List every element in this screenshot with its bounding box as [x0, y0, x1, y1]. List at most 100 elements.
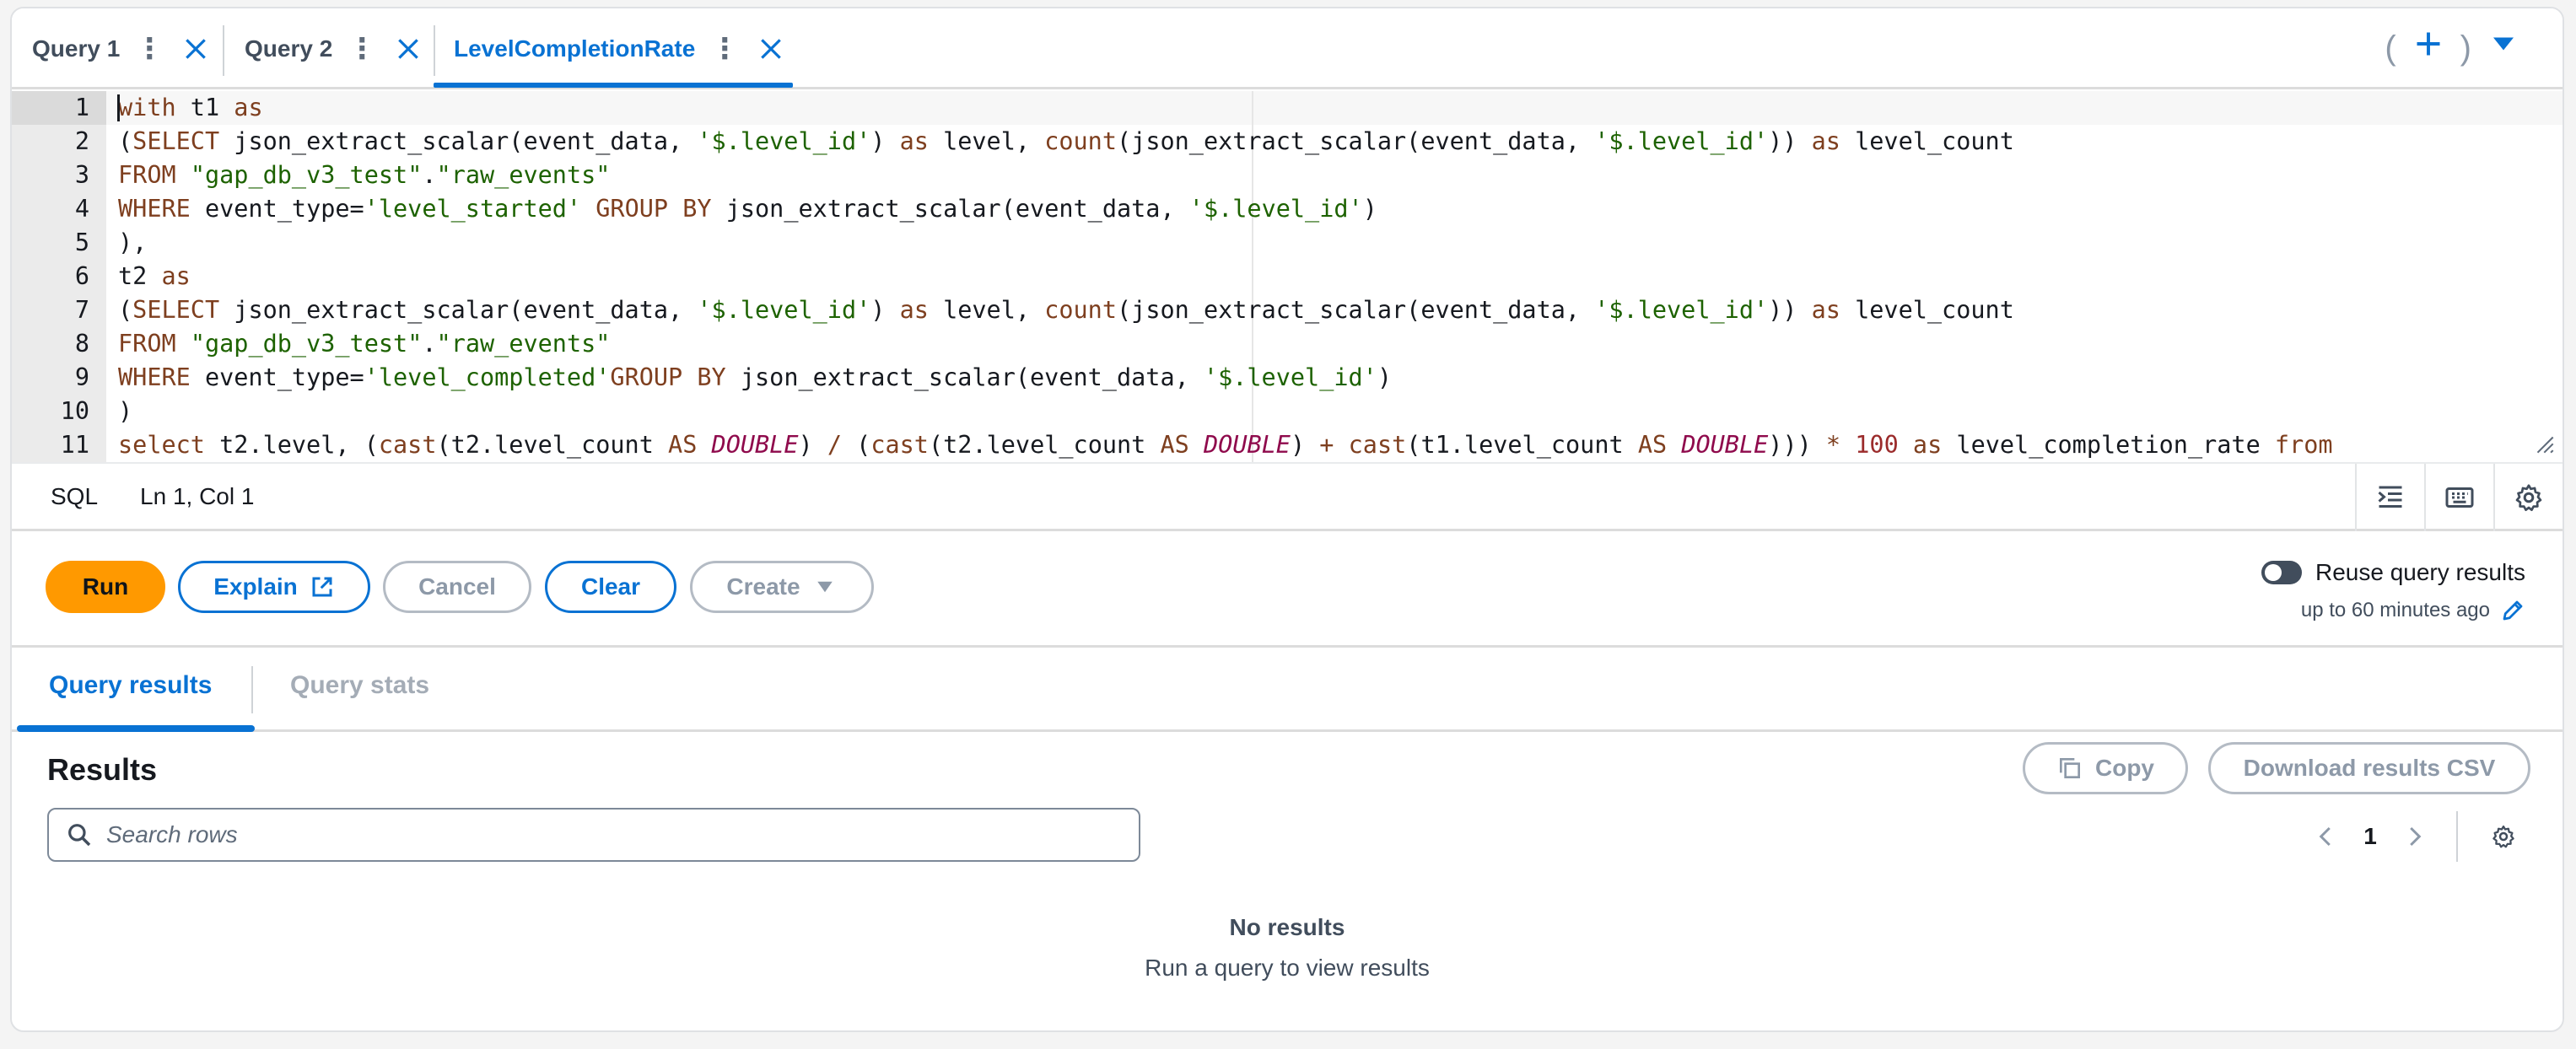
caret-down-icon	[816, 581, 833, 593]
scroll-left-icon[interactable]: (	[2385, 30, 2395, 67]
code-line[interactable]: (SELECT json_extract_scalar(event_data, …	[118, 293, 2014, 327]
tab-query-results[interactable]: Query results	[49, 671, 212, 700]
run-button[interactable]: Run	[46, 561, 165, 613]
download-csv-button[interactable]: Download results CSV	[2208, 742, 2530, 794]
code-token: 'level_started'	[364, 195, 582, 223]
code-token: (	[118, 296, 133, 324]
code-token: as	[1912, 431, 1943, 459]
code-token: WHERE	[118, 363, 191, 391]
code-line[interactable]: FROM "gap_db_v3_test"."raw_events"	[118, 327, 610, 361]
tab-query-2[interactable]: Query 2 ⋮	[245, 22, 422, 76]
table-preferences-button[interactable]	[2478, 811, 2529, 862]
kebab-menu-icon[interactable]: ⋮	[135, 35, 164, 63]
code-token: (	[118, 127, 133, 155]
code-token: as	[1811, 296, 1840, 324]
code-token: 'level_completed'	[364, 363, 611, 391]
code-token: AS	[668, 431, 698, 459]
explain-button[interactable]: Explain	[178, 561, 370, 613]
format-query-button[interactable]	[2355, 464, 2424, 531]
edit-pencil-icon[interactable]	[2500, 598, 2525, 623]
code-token: with	[118, 94, 176, 121]
code-token: (t2.level_count	[436, 431, 669, 459]
code-token: level,	[928, 127, 1045, 155]
editor-status-bar: SQL Ln 1, Col 1	[12, 464, 2563, 531]
line-number: 10	[60, 397, 89, 425]
pagination: 1	[2301, 811, 2529, 862]
search-rows-field[interactable]	[47, 808, 1140, 862]
code-token: )	[1290, 431, 1320, 459]
code-token: ))	[1768, 296, 1812, 324]
code-token: )	[1377, 363, 1392, 391]
code-token: "gap_db_v3_test"	[190, 330, 423, 358]
code-token: event_type=	[190, 195, 364, 223]
keyboard-shortcuts-button[interactable]	[2424, 464, 2493, 531]
code-token: "raw_events"	[436, 161, 611, 189]
code-line[interactable]: t2 as	[118, 260, 191, 293]
code-line[interactable]: with t1 as	[118, 91, 263, 125]
code-line[interactable]: WHERE event_type='level_completed'GROUP …	[118, 361, 1392, 395]
code-token: json_extract_scalar(event_data,	[219, 127, 698, 155]
code-token: level_completion_rate	[1942, 431, 2275, 459]
tab-query-stats[interactable]: Query stats	[290, 671, 429, 700]
tab-list-dropdown-icon[interactable]	[2488, 29, 2519, 67]
code-token: json_extract_scalar(event_data,	[219, 296, 698, 324]
previous-page-button[interactable]	[2301, 811, 2352, 862]
code-token: cast	[378, 431, 437, 459]
gear-icon	[2515, 484, 2542, 512]
code-token: 100	[1855, 431, 1899, 459]
cancel-button[interactable]: Cancel	[383, 561, 531, 613]
kebab-menu-icon[interactable]: ⋮	[710, 35, 739, 63]
cursor-position: Ln 1, Col 1	[140, 482, 255, 509]
tab-level-completion-rate[interactable]: LevelCompletionRate ⋮	[454, 22, 784, 76]
kebab-menu-icon[interactable]: ⋮	[348, 35, 376, 63]
copy-label: Copy	[2095, 755, 2154, 781]
code-token: cast	[1348, 431, 1407, 459]
code-line[interactable]: FROM "gap_db_v3_test"."raw_events"	[118, 159, 610, 192]
close-icon[interactable]	[757, 35, 784, 62]
code-token: (t2.level_count	[928, 431, 1161, 459]
code-token: AS	[1637, 431, 1668, 459]
sql-editor[interactable]: 1 2 3 4 5 6 7 8 9 10 11 with t1 as (SELECT json_ext…	[12, 91, 2563, 464]
code-line[interactable]: )	[118, 395, 132, 428]
code-token: as	[899, 296, 929, 324]
code-line[interactable]: WHERE event_type='level_started' GROUP B…	[118, 192, 1377, 226]
create-button[interactable]: Create	[690, 561, 874, 613]
close-icon[interactable]	[395, 35, 422, 62]
resize-handle-icon[interactable]	[2532, 432, 2554, 454]
line-number-gutter: 1 2 3 4 5 6 7 8 9 10 11	[12, 91, 106, 462]
current-page[interactable]: 1	[2352, 823, 2389, 850]
keyboard-icon	[2445, 487, 2474, 508]
reuse-results-toggle[interactable]	[2261, 561, 2302, 584]
create-label: Create	[726, 573, 800, 600]
clear-button[interactable]: Clear	[545, 561, 676, 613]
code-token: )	[870, 296, 900, 324]
copy-button[interactable]: Copy	[2023, 742, 2188, 794]
line-number: 8	[74, 330, 89, 358]
search-input[interactable]	[106, 821, 1102, 848]
code-line[interactable]: (SELECT json_extract_scalar(event_data, …	[118, 125, 2014, 159]
text-cursor	[117, 94, 120, 121]
code-token: json_extract_scalar(event_data,	[711, 195, 1189, 223]
code-token: SELECT	[132, 296, 220, 324]
code-token: select	[118, 431, 205, 459]
editor-settings-button[interactable]	[2493, 464, 2563, 531]
results-tabs: Query results Query stats	[12, 648, 2563, 732]
code-token: "raw_events"	[436, 330, 611, 358]
tab-query-1[interactable]: Query 1 ⋮	[32, 22, 209, 76]
code-line[interactable]: select t2.level, (cast(t2.level_count AS…	[118, 428, 2333, 462]
query-tab-bar: Query 1 ⋮ Query 2 ⋮ LevelCompletionRate …	[12, 8, 2563, 89]
scroll-right-icon[interactable]: )	[2460, 30, 2471, 67]
next-page-button[interactable]	[2389, 811, 2439, 862]
code-token: t2.level, (	[204, 431, 379, 459]
code-line[interactable]: ),	[118, 226, 147, 260]
line-number: 1	[12, 91, 106, 125]
code-token: '$.level_id'	[1594, 296, 1769, 324]
add-tab-icon[interactable]	[2413, 29, 2444, 67]
code-token: DOUBLE	[1681, 431, 1769, 459]
close-icon[interactable]	[182, 35, 209, 62]
